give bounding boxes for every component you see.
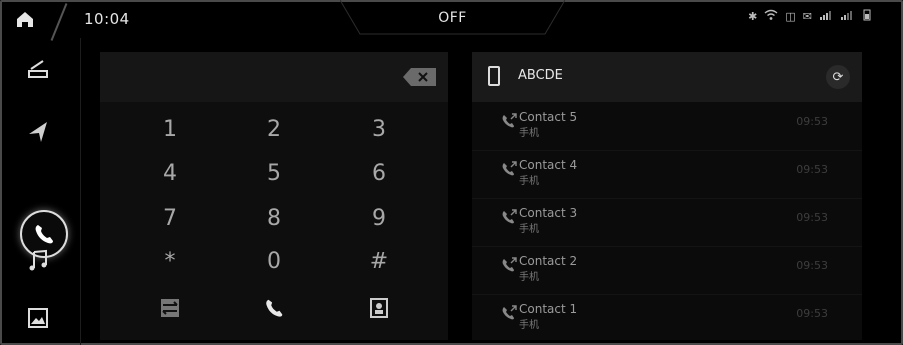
outgoing-call-icon: [502, 305, 517, 320]
ac-status-tab[interactable]: OFF: [340, 0, 565, 36]
call-button[interactable]: [229, 288, 319, 328]
mail-icon: ✉: [802, 10, 812, 23]
outgoing-call-icon: [502, 161, 517, 176]
key-5[interactable]: 5: [229, 154, 319, 194]
divider: [50, 3, 68, 41]
contacts-switch-icon: [161, 299, 179, 317]
outgoing-call-icon: [502, 257, 517, 272]
call-time: 09:53: [796, 307, 828, 320]
ac-status-label: OFF: [438, 10, 467, 26]
left-rail: [0, 38, 81, 345]
key-4[interactable]: 4: [125, 154, 215, 194]
call-row[interactable]: Contact 5 手机 09:53: [472, 102, 862, 151]
call-row[interactable]: Contact 3 手机 09:53: [472, 198, 862, 247]
call-time: 09:53: [796, 211, 828, 224]
contacts-switch-button[interactable]: [125, 288, 215, 328]
key-0[interactable]: 0: [229, 242, 319, 282]
music-icon[interactable]: [14, 238, 62, 282]
dialer-panel: 1 2 3 4 5 6 7 8 9 * 0 #: [100, 52, 448, 340]
bluetooth-icon: ✱: [748, 10, 758, 23]
contact-book-icon: [370, 298, 388, 318]
navigation-icon[interactable]: [14, 110, 62, 154]
call-time: 09:53: [796, 259, 828, 272]
key-hash[interactable]: #: [334, 242, 424, 282]
contact-number-type: 手机: [519, 320, 539, 331]
wifi-icon: [764, 9, 778, 24]
outgoing-call-icon: [502, 209, 517, 224]
call-row[interactable]: Contact 2 手机 09:53: [472, 246, 862, 295]
call-time: 09:53: [796, 115, 828, 128]
refresh-icon: ⟳: [832, 69, 844, 85]
call-time: 09:53: [796, 163, 828, 176]
key-1[interactable]: 1: [125, 110, 215, 150]
contact-number-type: 手机: [519, 176, 539, 187]
backspace-button[interactable]: [402, 67, 438, 87]
key-star[interactable]: *: [125, 242, 215, 282]
signal-icon: [840, 9, 854, 24]
dial-display: [100, 52, 448, 102]
sim-icon: ◫: [785, 10, 796, 23]
status-bar: 10:04 OFF ✱ ◫ ✉: [0, 0, 903, 41]
key-9[interactable]: 9: [334, 199, 424, 239]
contact-number-type: 手机: [519, 224, 539, 235]
contact-number-type: 手机: [519, 128, 539, 139]
outgoing-call-icon: [502, 113, 517, 128]
device-header: ABCDE ⟳: [472, 52, 862, 102]
call-row[interactable]: Contact 4 手机 09:53: [472, 150, 862, 199]
gallery-icon[interactable]: [14, 296, 62, 340]
contact-name: Contact 3: [519, 206, 578, 220]
phone-device-icon: [488, 66, 500, 86]
battery-icon: [861, 9, 875, 24]
car-icon[interactable]: [14, 48, 62, 92]
contact-name: Contact 1: [519, 302, 578, 316]
call-icon: [266, 299, 283, 317]
device-name: ABCDE: [518, 68, 563, 83]
contact-name: Contact 4: [519, 158, 578, 172]
key-7[interactable]: 7: [125, 199, 215, 239]
contact-name: Contact 2: [519, 254, 578, 268]
key-6[interactable]: 6: [334, 154, 424, 194]
key-2[interactable]: 2: [229, 110, 319, 150]
contact-book-button[interactable]: [334, 288, 424, 328]
home-icon[interactable]: [14, 9, 36, 29]
contact-number-type: 手机: [519, 272, 539, 283]
clock: 10:04: [84, 10, 130, 28]
status-icons: ✱ ◫ ✉: [748, 9, 875, 24]
contact-name: Contact 5: [519, 110, 578, 124]
call-row[interactable]: Contact 1 手机 09:53: [472, 294, 862, 342]
recent-calls-panel: ABCDE ⟳ Contact 5 手机 09:53 Contact 4 手机 …: [472, 52, 862, 340]
refresh-button[interactable]: ⟳: [826, 65, 850, 89]
key-3[interactable]: 3: [334, 110, 424, 150]
signal-icon: [819, 9, 833, 24]
key-8[interactable]: 8: [229, 199, 319, 239]
